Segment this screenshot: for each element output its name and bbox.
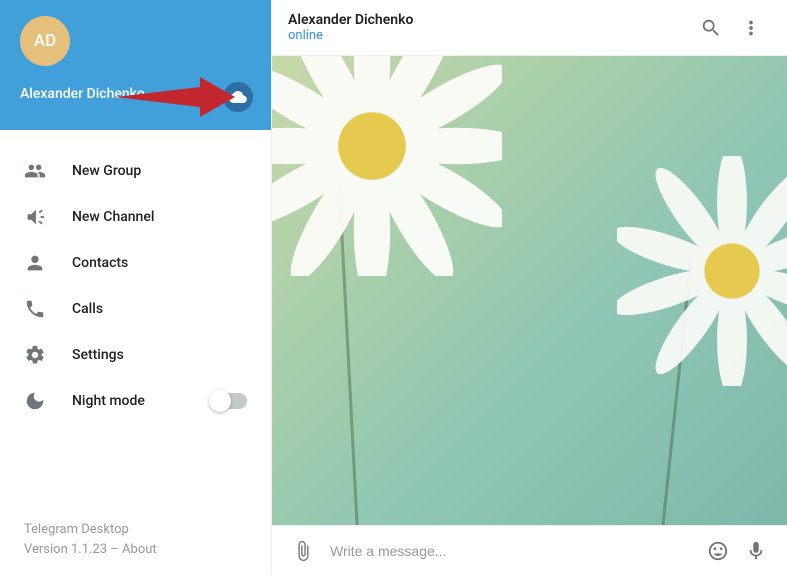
saved-messages-cloud-button[interactable] — [223, 82, 253, 112]
bg-flower-decoration — [272, 56, 502, 276]
microphone-icon — [745, 540, 767, 562]
bg-flower-decoration — [617, 156, 787, 386]
message-composer — [272, 525, 787, 575]
version-line: Version 1.1.23 – About — [24, 540, 247, 560]
group-icon — [24, 160, 50, 182]
more-vertical-icon — [740, 17, 762, 39]
app-name: Telegram Desktop — [24, 520, 247, 540]
sidebar-menu: New Group New Channel Contacts Calls Set… — [0, 130, 271, 504]
menu-label: Contacts — [72, 255, 128, 271]
menu-label: New Channel — [72, 209, 154, 225]
chat-name: Alexander Dichenko — [288, 12, 691, 28]
chat-background — [272, 56, 787, 525]
chat-panel: Alexander Dichenko online — [272, 0, 787, 575]
menu-label: Night mode — [72, 393, 145, 409]
menu-item-settings[interactable]: Settings — [0, 332, 271, 378]
megaphone-icon — [24, 206, 50, 228]
menu-item-new-group[interactable]: New Group — [0, 148, 271, 194]
attach-button[interactable] — [284, 532, 322, 570]
sidebar-header: AD Alexander Dichenko — [0, 0, 271, 130]
person-icon — [24, 252, 50, 274]
search-icon — [700, 17, 722, 39]
paperclip-icon — [292, 540, 314, 562]
version-text: Version 1.1.23 – — [24, 542, 122, 557]
message-input[interactable] — [322, 543, 699, 559]
menu-label: Settings — [72, 347, 124, 363]
chat-header: Alexander Dichenko online — [272, 0, 787, 56]
search-button[interactable] — [691, 8, 731, 48]
moon-icon — [24, 390, 50, 412]
emoji-button[interactable] — [699, 532, 737, 570]
menu-item-contacts[interactable]: Contacts — [0, 240, 271, 286]
smile-icon — [707, 540, 729, 562]
menu-item-new-channel[interactable]: New Channel — [0, 194, 271, 240]
about-link[interactable]: About — [122, 542, 157, 557]
menu-item-night-mode[interactable]: Night mode — [0, 378, 271, 424]
night-mode-toggle[interactable] — [211, 393, 247, 409]
menu-label: Calls — [72, 301, 103, 317]
avatar[interactable]: AD — [20, 16, 70, 66]
avatar-initials: AD — [34, 31, 56, 51]
chat-title-block[interactable]: Alexander Dichenko online — [288, 12, 691, 43]
sidebar-footer: Telegram Desktop Version 1.1.23 – About — [0, 504, 271, 575]
more-button[interactable] — [731, 8, 771, 48]
menu-item-calls[interactable]: Calls — [0, 286, 271, 332]
menu-label: New Group — [72, 163, 141, 179]
voice-button[interactable] — [737, 532, 775, 570]
sidebar: AD Alexander Dichenko New Group New Chan… — [0, 0, 272, 575]
chat-status: online — [288, 28, 691, 43]
profile-name: Alexander Dichenko — [20, 86, 251, 102]
phone-icon — [24, 298, 50, 320]
cloud-icon — [229, 88, 247, 106]
gear-icon — [24, 344, 50, 366]
